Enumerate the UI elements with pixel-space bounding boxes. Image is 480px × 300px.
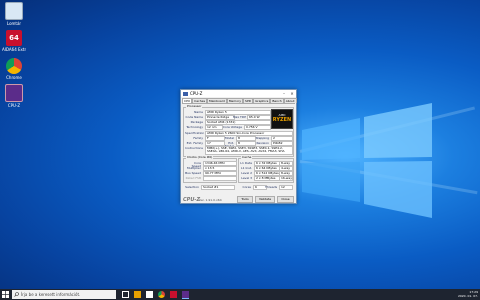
- desktop-icon-chrome[interactable]: Chrome: [2, 58, 26, 80]
- desktop-icon-cpuz[interactable]: CPU-Z: [2, 84, 26, 108]
- validate-button[interactable]: Validate: [255, 196, 275, 203]
- tab-caches[interactable]: Caches: [192, 98, 208, 103]
- system-clock[interactable]: 17:29 2020. 01. 07.: [458, 290, 478, 298]
- version-label: Ver. 1.91.0.x64: [199, 198, 222, 202]
- chrome-icon: [6, 58, 22, 74]
- recycle-bin-icon: [5, 2, 23, 20]
- store-icon[interactable]: [146, 291, 153, 298]
- tab-mainboard[interactable]: Mainboard: [207, 98, 227, 103]
- window-title: CPU-Z: [190, 91, 203, 96]
- corevoltage-value: 0.756 V: [244, 125, 271, 130]
- desktop-icon-aida64[interactable]: 64 AIDA64 Extreme: [2, 30, 26, 52]
- file-explorer-icon[interactable]: [134, 291, 141, 298]
- cpuz-bottom-bar: CPU-Z Ver. 1.91.0.x64 Tools Validate Clo…: [181, 194, 296, 203]
- aida64-icon: 64: [6, 30, 22, 46]
- tab-graphics[interactable]: Graphics: [253, 98, 271, 103]
- search-icon: [14, 292, 19, 297]
- selection-dropdown[interactable]: Socket #1: [201, 185, 235, 190]
- cpuz-window[interactable]: CPU-Z – ✕ CPU Caches Mainboard Memory SP…: [180, 89, 297, 204]
- close-window-button[interactable]: ✕: [288, 91, 296, 96]
- minimize-button[interactable]: –: [280, 91, 288, 96]
- start-windows-icon[interactable]: [2, 291, 9, 298]
- cpuz-app-icon: [183, 91, 188, 96]
- aida64-taskbar-icon[interactable]: [170, 291, 177, 298]
- task-view-icon[interactable]: [122, 291, 129, 298]
- threads-value: 12: [279, 185, 293, 190]
- instructions-value: MMX(+), SSE, SSE2, SSE3, SSSE3, SSE4.1, …: [205, 146, 293, 155]
- amd-ryzen-logo: AMD RYZEN: [271, 109, 293, 129]
- cpuz-taskbar-icon[interactable]: [182, 291, 189, 299]
- taskbar-search-box[interactable]: Írja be a keresett információt.: [12, 290, 116, 299]
- tools-button[interactable]: Tools: [237, 196, 253, 203]
- cpuz-icon: [5, 84, 23, 102]
- chrome-taskbar-icon[interactable]: [158, 291, 165, 298]
- tab-memory[interactable]: Memory: [226, 98, 244, 103]
- cache-group: Cache L1 Data 6 x 32 KBytes 8-way L1 Ins…: [238, 156, 294, 183]
- windows-logo: [302, 103, 432, 218]
- desktop-icon-recycle-bin[interactable]: Lomtár: [2, 2, 26, 26]
- clocks-group: Clocks (Core #0) Core Speed 1346.46 MHz …: [183, 156, 237, 183]
- taskbar: Írja be a keresett információt. 17:29 20…: [0, 289, 480, 300]
- tab-about[interactable]: About: [283, 98, 297, 103]
- close-button[interactable]: Close: [277, 196, 294, 203]
- tab-bench[interactable]: Bench: [270, 98, 284, 103]
- search-placeholder: Írja be a keresett információt.: [21, 292, 81, 297]
- tab-cpu[interactable]: CPU: [182, 98, 193, 103]
- tab-spd[interactable]: SPD: [243, 98, 254, 103]
- cpuz-brand: CPU-Z: [183, 197, 201, 203]
- cpuz-titlebar[interactable]: CPU-Z – ✕: [181, 90, 296, 97]
